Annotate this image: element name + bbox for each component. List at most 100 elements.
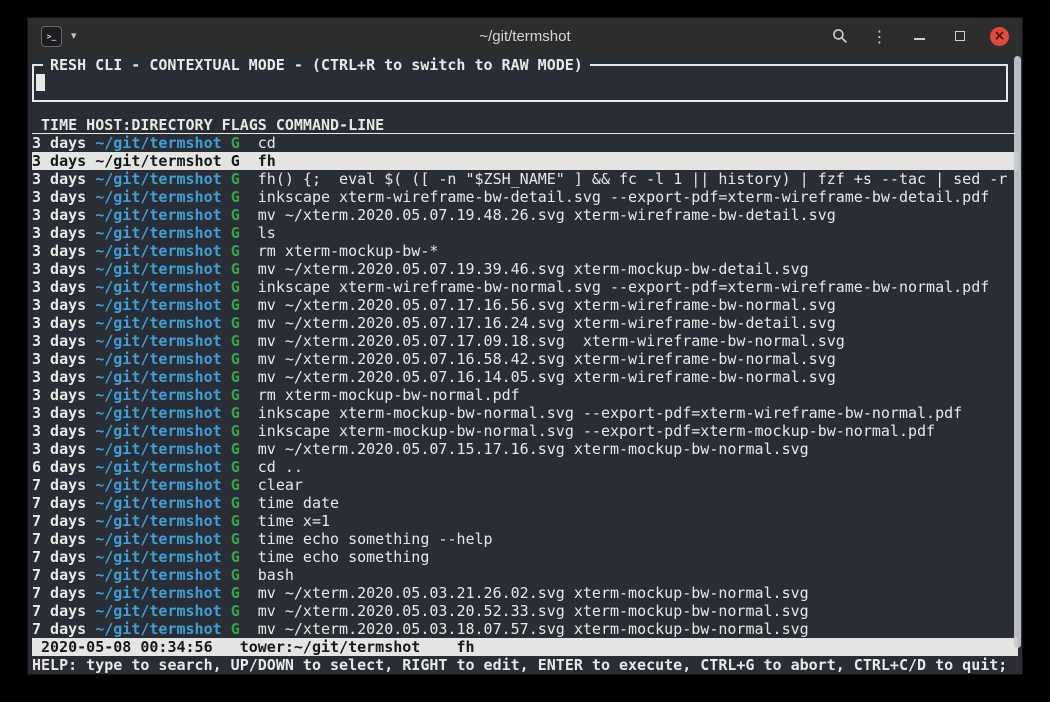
row-host-dir: ~/git/termshot: [95, 566, 221, 584]
row-flags: G: [231, 566, 240, 584]
row-host-dir: ~/git/termshot: [95, 386, 221, 404]
row-command: fh() {; eval $( ([ -n "$ZSH_NAME" ] && f…: [258, 170, 1008, 188]
titlebar-right-group: ⋮ ×: [830, 27, 1022, 46]
history-list: 3 days ~/git/termshot G cd3 days ~/git/t…: [32, 134, 1018, 638]
history-row[interactable]: 6 days ~/git/termshot G cd ..: [32, 458, 1018, 476]
history-row[interactable]: 7 days ~/git/termshot G mv ~/xterm.2020.…: [32, 620, 1018, 638]
row-command: rm xterm-mockup-bw-*: [258, 242, 439, 260]
row-flags: G: [231, 548, 240, 566]
search-icon[interactable]: [830, 27, 849, 46]
row-time: 7 days: [32, 530, 86, 548]
row-command: cd ..: [258, 458, 303, 476]
row-time: 3 days: [32, 134, 86, 152]
row-command: time x=1: [258, 512, 330, 530]
history-row[interactable]: 3 days ~/git/termshot G fh() {; eval $( …: [32, 170, 1018, 188]
row-time: 3 days: [32, 152, 86, 170]
row-command: mv ~/xterm.2020.05.03.20.52.33.svg xterm…: [258, 602, 809, 620]
row-command: mv ~/xterm.2020.05.07.17.09.18.svg xterm…: [258, 332, 845, 350]
row-host-dir: ~/git/termshot: [95, 530, 221, 548]
row-time: 3 days: [32, 350, 86, 368]
row-host-dir: ~/git/termshot: [95, 206, 221, 224]
row-host-dir: ~/git/termshot: [95, 404, 221, 422]
row-flags: G: [231, 188, 240, 206]
history-row[interactable]: 3 days ~/git/termshot G mv ~/xterm.2020.…: [32, 440, 1018, 458]
desktop-background: >_ ▾ ~/git/termshot ⋮ × RESH: [0, 0, 1050, 702]
row-flags: G: [231, 260, 240, 278]
row-host-dir: ~/git/termshot: [95, 620, 221, 638]
history-row[interactable]: 3 days ~/git/termshot G cd: [32, 134, 1018, 152]
row-command: ls: [258, 224, 276, 242]
history-row[interactable]: 3 days ~/git/termshot G mv ~/xterm.2020.…: [32, 368, 1018, 386]
chevron-down-icon[interactable]: ▾: [71, 31, 77, 42]
history-row[interactable]: 3 days ~/git/termshot G inkscape xterm-m…: [32, 422, 1018, 440]
history-row[interactable]: 3 days ~/git/termshot G mv ~/xterm.2020.…: [32, 296, 1018, 314]
history-row[interactable]: 3 days ~/git/termshot G inkscape xterm-w…: [32, 278, 1018, 296]
history-row-selected[interactable]: 3 days ~/git/termshot G fh: [32, 152, 1018, 170]
restore-icon: [955, 31, 965, 41]
row-command: inkscape xterm-mockup-bw-normal.svg --ex…: [258, 404, 962, 422]
row-host-dir: ~/git/termshot: [95, 188, 221, 206]
row-time: 3 days: [32, 296, 86, 314]
row-host-dir: ~/git/termshot: [95, 368, 221, 386]
close-button[interactable]: ×: [990, 27, 1009, 46]
row-host-dir: ~/git/termshot: [95, 152, 221, 170]
history-row[interactable]: 3 days ~/git/termshot G rm xterm-mockup-…: [32, 242, 1018, 260]
scrollbar[interactable]: [1014, 56, 1021, 648]
row-flags: G: [231, 584, 240, 602]
row-flags: G: [231, 134, 240, 152]
row-command: mv ~/xterm.2020.05.07.16.14.05.svg xterm…: [258, 368, 836, 386]
row-host-dir: ~/git/termshot: [95, 296, 221, 314]
row-command: time echo something: [258, 548, 430, 566]
row-time: 3 days: [32, 242, 86, 260]
history-row[interactable]: 3 days ~/git/termshot G inkscape xterm-w…: [32, 188, 1018, 206]
terminal-window: >_ ▾ ~/git/termshot ⋮ × RESH: [28, 18, 1022, 674]
kebab-menu-icon[interactable]: ⋮: [870, 27, 889, 46]
history-row[interactable]: 7 days ~/git/termshot G time echo someth…: [32, 548, 1018, 566]
status-command: fh: [456, 638, 474, 656]
row-flags: G: [231, 278, 240, 296]
row-host-dir: ~/git/termshot: [95, 350, 221, 368]
title-bar[interactable]: >_ ▾ ~/git/termshot ⋮ ×: [28, 18, 1022, 54]
row-flags: G: [231, 314, 240, 332]
row-flags: G: [231, 422, 240, 440]
row-command: mv ~/xterm.2020.05.07.19.48.26.svg xterm…: [258, 206, 836, 224]
history-row[interactable]: 3 days ~/git/termshot G mv ~/xterm.2020.…: [32, 332, 1018, 350]
terminal-content: RESH CLI - CONTEXTUAL MODE - (CTRL+R to …: [28, 54, 1022, 674]
history-row[interactable]: 3 days ~/git/termshot G rm xterm-mockup-…: [32, 386, 1018, 404]
history-row[interactable]: 7 days ~/git/termshot G time echo someth…: [32, 530, 1018, 548]
terminal-app-icon[interactable]: >_: [41, 26, 62, 47]
history-row[interactable]: 3 days ~/git/termshot G mv ~/xterm.2020.…: [32, 350, 1018, 368]
history-row[interactable]: 3 days ~/git/termshot G inkscape xterm-m…: [32, 404, 1018, 422]
history-row[interactable]: 3 days ~/git/termshot G mv ~/xterm.2020.…: [32, 314, 1018, 332]
row-command: time date: [258, 494, 339, 512]
history-row[interactable]: 3 days ~/git/termshot G mv ~/xterm.2020.…: [32, 206, 1018, 224]
history-row[interactable]: 7 days ~/git/termshot G mv ~/xterm.2020.…: [32, 584, 1018, 602]
row-time: 3 days: [32, 206, 86, 224]
row-time: 7 days: [32, 548, 86, 566]
restore-button[interactable]: [950, 27, 969, 46]
search-input-box[interactable]: RESH CLI - CONTEXTUAL MODE - (CTRL+R to …: [32, 64, 1008, 102]
history-row[interactable]: 7 days ~/git/termshot G time date: [32, 494, 1018, 512]
row-command: clear: [258, 476, 303, 494]
row-host-dir: ~/git/termshot: [95, 314, 221, 332]
history-row[interactable]: 3 days ~/git/termshot G ls: [32, 224, 1018, 242]
history-row[interactable]: 7 days ~/git/termshot G mv ~/xterm.2020.…: [32, 602, 1018, 620]
row-command: inkscape xterm-wireframe-bw-detail.svg -…: [258, 188, 990, 206]
history-row[interactable]: 3 days ~/git/termshot G mv ~/xterm.2020.…: [32, 260, 1018, 278]
row-time: 3 days: [32, 224, 86, 242]
row-command: mv ~/xterm.2020.05.07.19.39.46.svg xterm…: [258, 260, 809, 278]
history-row[interactable]: 7 days ~/git/termshot G bash: [32, 566, 1018, 584]
row-command: mv ~/xterm.2020.05.07.16.58.42.svg xterm…: [258, 350, 836, 368]
row-flags: G: [231, 458, 240, 476]
row-host-dir: ~/git/termshot: [95, 224, 221, 242]
history-row[interactable]: 7 days ~/git/termshot G time x=1: [32, 512, 1018, 530]
minimize-icon: [914, 38, 925, 40]
minimize-button[interactable]: [910, 27, 929, 46]
row-host-dir: ~/git/termshot: [95, 476, 221, 494]
row-flags: G: [231, 512, 240, 530]
row-flags: G: [231, 602, 240, 620]
row-flags: G: [231, 476, 240, 494]
row-flags: G: [231, 404, 240, 422]
close-icon: ×: [994, 29, 1006, 43]
history-row[interactable]: 7 days ~/git/termshot G clear: [32, 476, 1018, 494]
